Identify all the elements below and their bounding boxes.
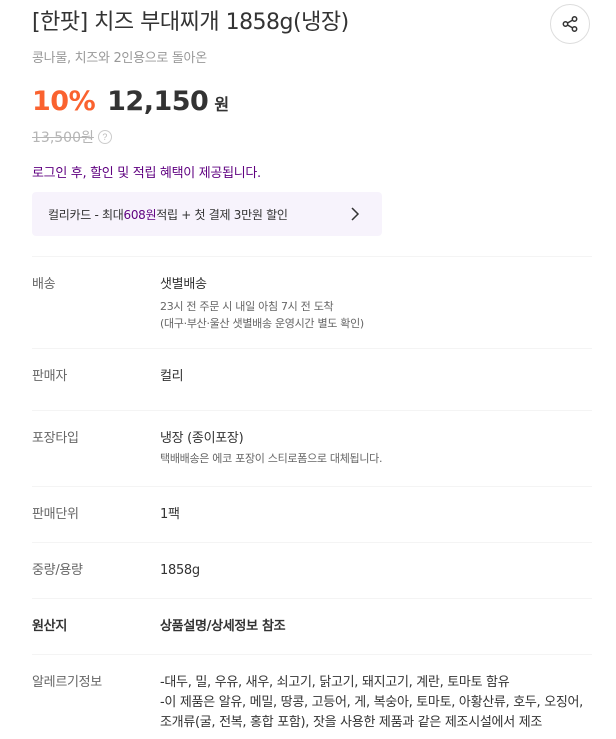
info-label: 포장타입 [32, 431, 79, 446]
info-subtext: (대구·부산·울산 샛별배송 운영시간 별도 확인) [160, 317, 364, 330]
info-value: 1858g [160, 563, 200, 578]
card-banner-suffix: 적립 + 첫 결제 3만원 할인 [156, 207, 288, 222]
product-info-list: 배송 샛별배송 23시 전 주문 시 내일 아침 7시 전 도착 (대구·부산·… [32, 256, 592, 738]
info-subtext: 23시 전 주문 시 내일 아침 7시 전 도착 [160, 300, 334, 313]
login-benefit-note: 로그인 후, 할인 및 적립 혜택이 제공됩니다. [32, 166, 261, 181]
info-row-weight: 중량/용량 1858g [32, 542, 592, 598]
product-title: [한팟] 치즈 부대찌개 1858g(냉장) [32, 10, 349, 35]
card-banner-highlight: 608원 [123, 207, 157, 222]
info-value: 컬리 [160, 369, 184, 384]
info-label: 판매단위 [32, 507, 79, 522]
product-subtitle: 콩나물, 치즈와 2인용으로 돌아온 [32, 51, 207, 66]
info-row-unit: 판매단위 1팩 [32, 486, 592, 542]
info-row-origin: 원산지 상품설명/상세정보 참조 [32, 598, 592, 654]
info-row-delivery: 배송 샛별배송 23시 전 주문 시 내일 아침 7시 전 도착 (대구·부산·… [32, 256, 592, 348]
share-icon [562, 16, 578, 32]
info-value: 상품설명/상세정보 참조 [160, 619, 286, 634]
allergy-line: 조개류(굴, 전복, 홍합 포함), 잣을 사용한 제품과 같은 제조시설에서 … [160, 715, 543, 730]
share-button[interactable] [550, 4, 590, 44]
allergy-line: -이 제품은 알유, 메밀, 땅콩, 고등어, 게, 복숭아, 토마토, 아황산… [160, 695, 584, 710]
info-subtext: 택배배송은 에코 포장이 스티로폼으로 대체됩니다. [160, 452, 383, 465]
info-value-group: 냉장 (종이포장) 택배배송은 에코 포장이 스티로폼으로 대체됩니다. [160, 429, 592, 486]
info-row-allergy: 알레르기정보 -대두, 밀, 우유, 새우, 쇠고기, 닭고기, 돼지고기, 계… [32, 654, 592, 738]
info-label: 배송 [32, 277, 56, 292]
original-price: 13,500원 [32, 130, 94, 146]
discount-rate: 10% [32, 86, 96, 117]
info-value-group: 샛별배송 23시 전 주문 시 내일 아침 7시 전 도착 (대구·부산·울산 … [160, 275, 592, 348]
original-price-row: 13,500원 ? [32, 127, 112, 147]
info-value: 샛별배송 [160, 277, 207, 292]
card-banner-prefix: 컬리카드 - 최대 [48, 207, 124, 222]
sale-price: 12,150 [107, 86, 209, 117]
info-value: 1팩 [160, 507, 180, 522]
info-label: 원산지 [32, 619, 67, 634]
info-label: 알레르기정보 [32, 675, 102, 690]
allergy-line: -대두, 밀, 우유, 새우, 쇠고기, 닭고기, 돼지고기, 계란, 토마토 … [160, 675, 510, 690]
info-value-group: -대두, 밀, 우유, 새우, 쇠고기, 닭고기, 돼지고기, 계란, 토마토 … [160, 673, 592, 738]
kurly-card-banner[interactable]: 컬리카드 - 최대 608원 적립 + 첫 결제 3만원 할인 [32, 192, 382, 236]
info-row-seller: 판매자 컬리 [32, 348, 592, 410]
chevron-right-icon [351, 207, 360, 221]
info-label: 중량/용량 [32, 563, 83, 578]
info-row-packaging: 포장타입 냉장 (종이포장) 택배배송은 에코 포장이 스티로폼으로 대체됩니다… [32, 410, 592, 486]
price-row: 10% 12,150 원 [32, 86, 229, 117]
info-label: 판매자 [32, 369, 67, 384]
info-value: 냉장 (종이포장) [160, 431, 244, 446]
help-icon[interactable]: ? [97, 130, 112, 144]
currency-unit: 원 [214, 95, 230, 114]
